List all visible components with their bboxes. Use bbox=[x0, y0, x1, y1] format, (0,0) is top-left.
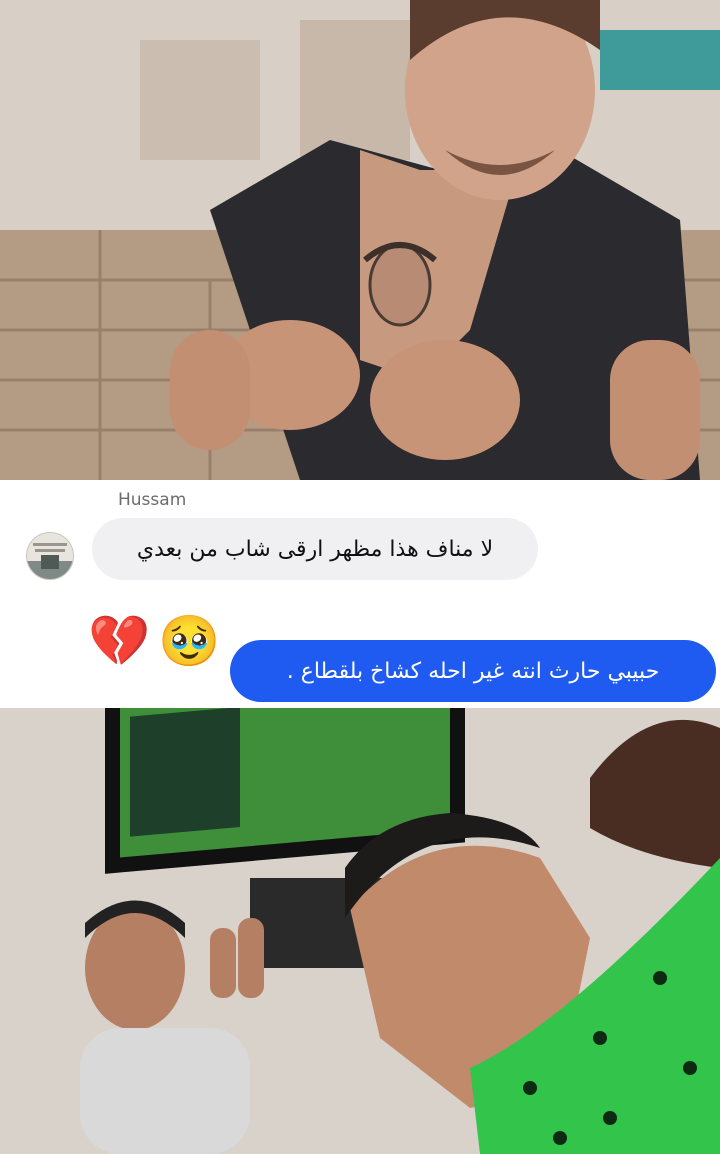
top-photo bbox=[0, 0, 720, 480]
incoming-message-bubble[interactable]: لا مناف هذا مظهر ارقى شاب من بعدي bbox=[92, 518, 538, 580]
sender-name: Hussam bbox=[118, 490, 187, 510]
avatar-image bbox=[27, 533, 73, 579]
sender-avatar[interactable] bbox=[26, 532, 74, 580]
bottom-photo bbox=[0, 708, 720, 1154]
top-photo-illustration bbox=[0, 0, 720, 480]
outgoing-message-text: حبيبي حارث انته غير احله كشاخ بلقطاع . bbox=[286, 658, 660, 684]
outgoing-message-bubble[interactable]: حبيبي حارث انته غير احله كشاخ بلقطاع . bbox=[230, 640, 716, 702]
incoming-message-text: لا مناف هذا مظهر ارقى شاب من بعدي bbox=[136, 536, 494, 562]
broken-heart-icon: 💔 bbox=[88, 612, 151, 670]
pleading-face-icon: 🥹 bbox=[158, 612, 221, 670]
bottom-photo-illustration bbox=[0, 708, 720, 1154]
reaction-emojis: 💔 🥹 bbox=[88, 610, 221, 672]
